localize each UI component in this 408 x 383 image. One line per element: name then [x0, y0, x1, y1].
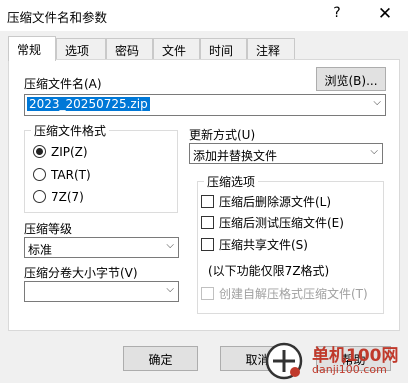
tab-time[interactable]: 时间 [200, 38, 247, 60]
format-7z-label: 7Z(7) [51, 190, 84, 204]
delete-after-checkbox[interactable]: 压缩后删除源文件(L) [201, 193, 331, 210]
delete-after-label: 压缩后删除源文件(L) [219, 195, 332, 209]
tab-comment[interactable]: 注释 [247, 38, 295, 60]
tab-password[interactable]: 密码 [106, 38, 153, 60]
general-panel: 压缩文件名(A) 浏览(B)... 2023_20250725.zip ⌵ 压缩… [8, 59, 400, 331]
checkbox-icon [201, 216, 214, 229]
watermark: 单机100网 danji100.com [262, 339, 408, 383]
archive-name-value: 2023_20250725.zip [27, 97, 150, 111]
chevron-down-icon[interactable]: ⌵ [373, 97, 381, 108]
format-zip-label: ZIP(Z) [51, 145, 88, 159]
level-value: 标准 [28, 243, 53, 257]
options-group: 压缩选项 压缩后删除源文件(L) 压缩后测试压缩文件(E) 压缩共享文件(S) … [197, 173, 384, 314]
sfx-checkbox: 创建自解压格式压缩文件(T) [201, 285, 368, 302]
checkbox-icon [201, 195, 214, 208]
tab-general[interactable]: 常规 [8, 36, 56, 61]
help-title-button[interactable]: ? [326, 5, 348, 25]
share-files-label: 压缩共享文件(S) [219, 238, 308, 252]
update-mode-value: 添加并替换文件 [193, 149, 278, 163]
test-after-checkbox[interactable]: 压缩后测试压缩文件(E) [201, 214, 344, 231]
format-group: 压缩文件格式 ZIP(Z) TAR(T) 7Z(7) [24, 122, 178, 213]
chevron-down-icon[interactable]: ⌵ [166, 240, 174, 251]
radio-icon [33, 190, 46, 203]
title-bar: 压缩文件名和参数 ? ✕ [0, 0, 408, 31]
watermark-logo-icon [265, 342, 303, 380]
archive-name-label: 压缩文件名(A) [24, 77, 102, 91]
close-button[interactable]: ✕ [374, 4, 396, 26]
archive-name-input[interactable]: 2023_20250725.zip ⌵ [24, 94, 386, 116]
format-tar-label: TAR(T) [51, 168, 91, 182]
note-7z: (以下功能仅限7Z格式) [208, 264, 330, 278]
options-group-title: 压缩选项 [204, 173, 259, 190]
tab-files[interactable]: 文件 [153, 38, 200, 60]
window-title: 压缩文件名和参数 [7, 10, 108, 25]
share-files-checkbox[interactable]: 压缩共享文件(S) [201, 236, 308, 253]
split-label: 压缩分卷大小字节(V) [24, 266, 138, 280]
level-select[interactable]: 标准 ⌵ [24, 237, 179, 258]
chevron-down-icon[interactable]: ⌵ [370, 146, 378, 157]
ok-button[interactable]: 确定 [123, 346, 198, 371]
chevron-down-icon[interactable]: ⌵ [166, 284, 174, 295]
level-label: 压缩等级 [24, 222, 73, 236]
watermark-url: danji100.com [312, 363, 387, 376]
format-zip-radio[interactable]: ZIP(Z) [33, 145, 88, 159]
format-group-title: 压缩文件格式 [31, 122, 110, 139]
tab-options[interactable]: 选项 [56, 38, 106, 60]
checkbox-icon [201, 287, 214, 300]
format-tar-radio[interactable]: TAR(T) [33, 168, 91, 182]
browse-button[interactable]: 浏览(B)... [316, 67, 386, 91]
checkbox-icon [201, 238, 214, 251]
radio-icon [33, 168, 46, 181]
update-mode-label: 更新方式(U) [189, 128, 256, 142]
test-after-label: 压缩后测试压缩文件(E) [219, 216, 344, 230]
split-select[interactable]: ⌵ [24, 281, 179, 302]
sfx-label: 创建自解压格式压缩文件(T) [219, 287, 368, 301]
radio-icon [33, 145, 46, 158]
format-7z-radio[interactable]: 7Z(7) [33, 190, 84, 204]
update-mode-select[interactable]: 添加并替换文件 ⌵ [189, 143, 383, 164]
